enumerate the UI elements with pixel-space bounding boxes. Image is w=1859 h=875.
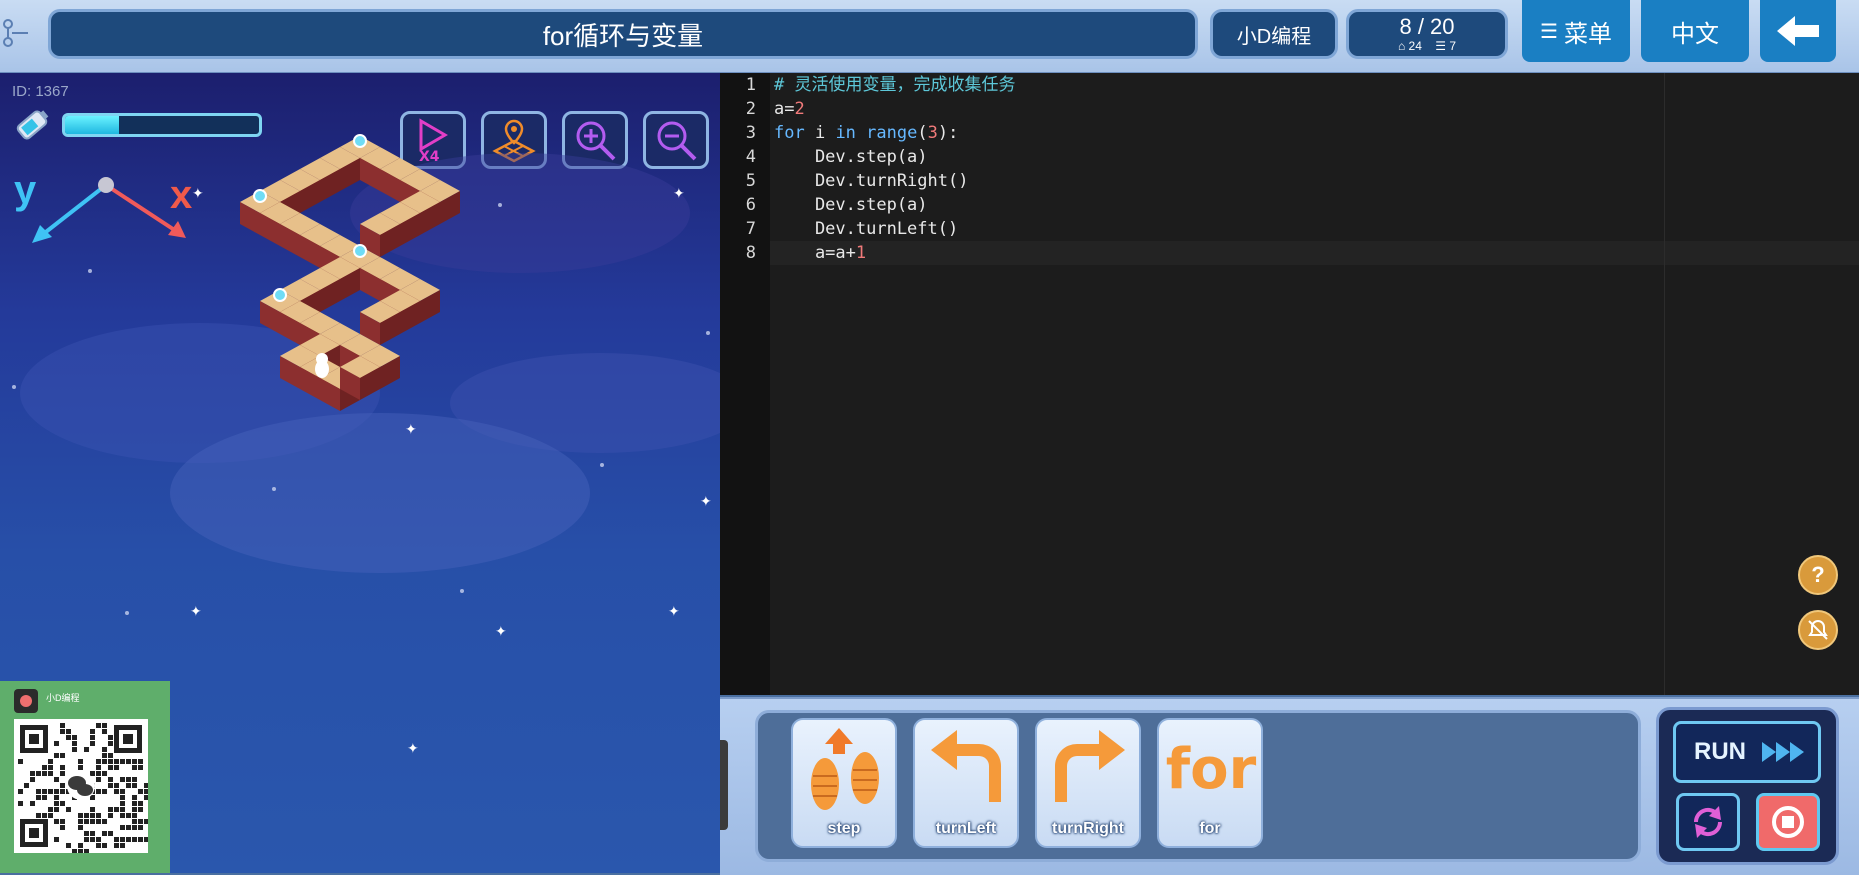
- menu-label: 菜单: [1563, 20, 1612, 48]
- turn-left-arrow-icon: [931, 730, 1001, 802]
- line-number: 8: [745, 243, 756, 263]
- level-stats: ⌂ 24 ☰ 7: [1398, 39, 1456, 53]
- coin-count: 24: [1408, 39, 1422, 53]
- line-number: 1: [745, 75, 756, 95]
- for-command-button[interactable]: for for: [1157, 718, 1263, 848]
- code-text: # 灵活使用变量，完成收集任务: [774, 75, 1016, 95]
- level-text: 8 / 20: [1399, 14, 1455, 39]
- top-bar: for循环与变量 小D编程 8 / 20 ⌂ 24 ☰ 7 ☰ 菜单 中文: [0, 0, 1859, 74]
- fast-forward-icon: [1762, 742, 1804, 762]
- line-number: 6: [745, 195, 756, 215]
- turnleft-command-label: turnLeft: [935, 820, 997, 837]
- code-text: a=2: [774, 99, 805, 119]
- stop-button[interactable]: [1756, 793, 1820, 851]
- for-command-label: for: [1199, 820, 1221, 837]
- page-title-text: for循环与变量: [542, 20, 704, 51]
- turnright-command-label: turnRight: [1052, 820, 1124, 837]
- footsteps-icon: [811, 728, 879, 810]
- game-viewport[interactable]: ID: 1367 X4 y x ✦ ✦ ✦ ✦ ✦ ✦ ✦ ✦ 小D编程: [0, 73, 720, 873]
- code-text: for i in range(3):: [774, 123, 959, 143]
- code-text: Dev.turnRight(): [774, 171, 969, 191]
- code-text: Dev.step(a): [774, 147, 928, 167]
- turnleft-command-button[interactable]: turnLeft: [913, 718, 1019, 848]
- back-arrow-icon: [1777, 16, 1819, 46]
- reset-button[interactable]: [1676, 793, 1740, 851]
- code-text: Dev.step(a): [774, 195, 928, 215]
- line-number: 5: [745, 171, 756, 191]
- code-line[interactable]: 5 Dev.turnRight(): [720, 169, 1859, 193]
- lines-count: 7: [1449, 39, 1457, 53]
- connector-icon: [3, 19, 28, 47]
- level-indicator: 8 / 20 ⌂ 24 ☰ 7: [1346, 9, 1508, 59]
- turnright-command-button[interactable]: turnRight: [1035, 718, 1141, 848]
- language-label: 中文: [1671, 20, 1719, 48]
- print-margin-line: [1664, 73, 1665, 695]
- code-line[interactable]: 1 # 灵活使用变量，完成收集任务: [720, 73, 1859, 97]
- code-line[interactable]: 7 Dev.turnLeft(): [720, 217, 1859, 241]
- code-line[interactable]: 4 Dev.step(a): [720, 145, 1859, 169]
- qr-code-image: [14, 719, 148, 853]
- help-icon: ?: [1811, 562, 1825, 587]
- qr-code-panel: 小D编程: [0, 681, 170, 873]
- bell-muted-icon: [1808, 619, 1828, 640]
- page-title: for循环与变量: [48, 9, 1198, 59]
- for-text-icon: for: [1165, 736, 1257, 802]
- code-line[interactable]: 6 Dev.step(a): [720, 193, 1859, 217]
- brand-logo: [14, 689, 38, 713]
- code-editor[interactable]: 1 # 灵活使用变量，完成收集任务 2 a=2 3 for i in range(3): 4…: [720, 73, 1859, 695]
- language-button[interactable]: 中文: [1641, 0, 1749, 62]
- line-number: 7: [745, 219, 756, 239]
- refresh-icon: [1693, 806, 1723, 838]
- code-line[interactable]: 3 for i in range(3):: [720, 121, 1859, 145]
- code-text: a=a+1: [774, 243, 867, 263]
- menu-icon: ☰: [1540, 20, 1558, 43]
- mute-button[interactable]: [1798, 610, 1838, 650]
- panel-drag-handle[interactable]: [720, 740, 728, 830]
- run-label: RUN: [1694, 738, 1746, 765]
- line-number: 2: [745, 99, 756, 119]
- step-command-button[interactable]: step: [791, 718, 897, 848]
- code-text: Dev.turnLeft(): [774, 219, 959, 239]
- run-button[interactable]: RUN: [1673, 721, 1821, 783]
- code-line[interactable]: 8 a=a+1: [720, 241, 1859, 265]
- step-command-label: step: [827, 820, 861, 837]
- qr-caption: 小D编程: [46, 693, 80, 703]
- lines-icon: ☰: [1435, 39, 1447, 53]
- help-button[interactable]: ?: [1798, 555, 1838, 595]
- brand-button[interactable]: 小D编程: [1210, 9, 1338, 59]
- line-number: 4: [745, 147, 756, 167]
- back-button[interactable]: [1760, 0, 1836, 62]
- line-number: 3: [745, 123, 756, 143]
- code-line[interactable]: 2 a=2: [720, 97, 1859, 121]
- menu-button[interactable]: ☰ 菜单: [1522, 0, 1630, 62]
- coin-icon: ⌂: [1397, 39, 1406, 53]
- stop-icon: [1772, 806, 1804, 838]
- game-map: [240, 134, 460, 411]
- turn-right-arrow-icon: [1055, 730, 1125, 802]
- brand-label: 小D编程: [1236, 25, 1312, 48]
